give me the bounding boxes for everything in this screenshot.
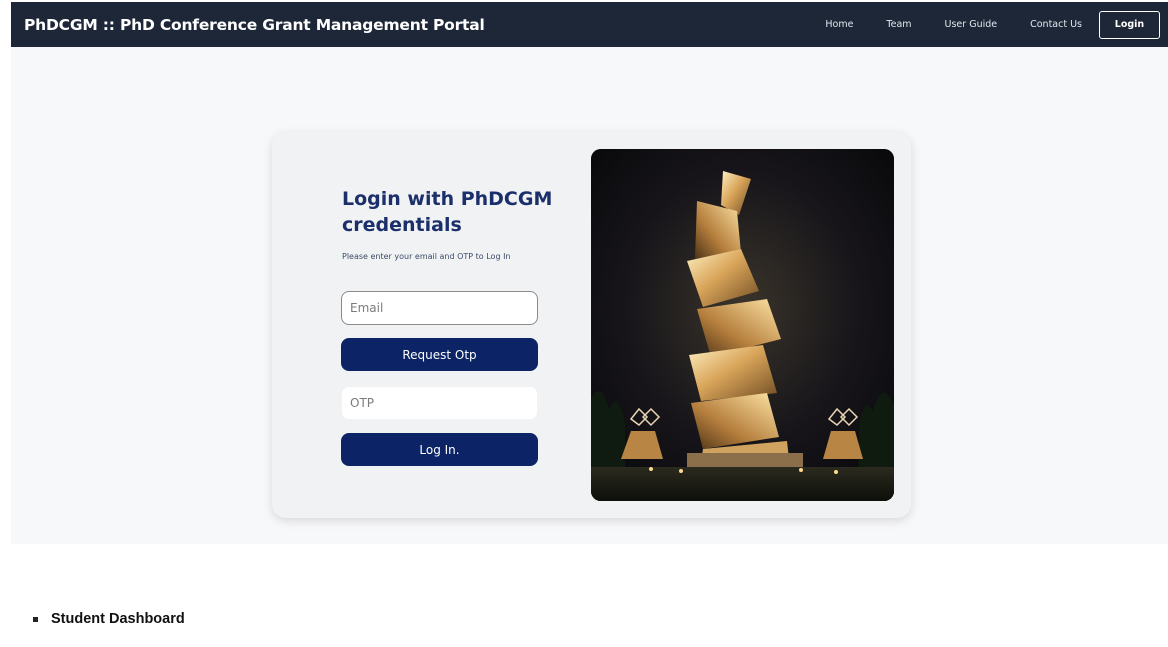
list-item[interactable]: Student Dashboard (33, 611, 185, 627)
request-otp-button[interactable]: Request Otp (341, 338, 538, 371)
nav-link-user-guide[interactable]: User Guide (945, 19, 998, 30)
email-input[interactable] (341, 291, 538, 325)
login-subtitle: Please enter your email and OTP to Log I… (342, 252, 511, 261)
brand-title[interactable]: PhDCGM :: PhD Conference Grant Managemen… (24, 16, 485, 34)
bottom-link-list: Student Dashboard (33, 611, 185, 627)
student-dashboard-link[interactable]: Student Dashboard (51, 611, 185, 627)
login-submit-button[interactable]: Log In. (341, 433, 538, 466)
top-navbar: PhDCGM :: PhD Conference Grant Managemen… (11, 2, 1168, 47)
nav-link-contact-us[interactable]: Contact Us (1030, 19, 1082, 30)
nav-login-button[interactable]: Login (1099, 10, 1160, 39)
nav-link-team[interactable]: Team (886, 19, 911, 30)
bullet-icon (33, 616, 38, 622)
nav-link-home[interactable]: Home (825, 19, 853, 30)
login-title: Login with PhDCGM credentials (342, 188, 553, 236)
nav-links: Home Team User Guide Contact Us Login (825, 10, 1160, 39)
campus-sculpture-image (591, 149, 894, 501)
otp-input[interactable] (341, 386, 538, 420)
